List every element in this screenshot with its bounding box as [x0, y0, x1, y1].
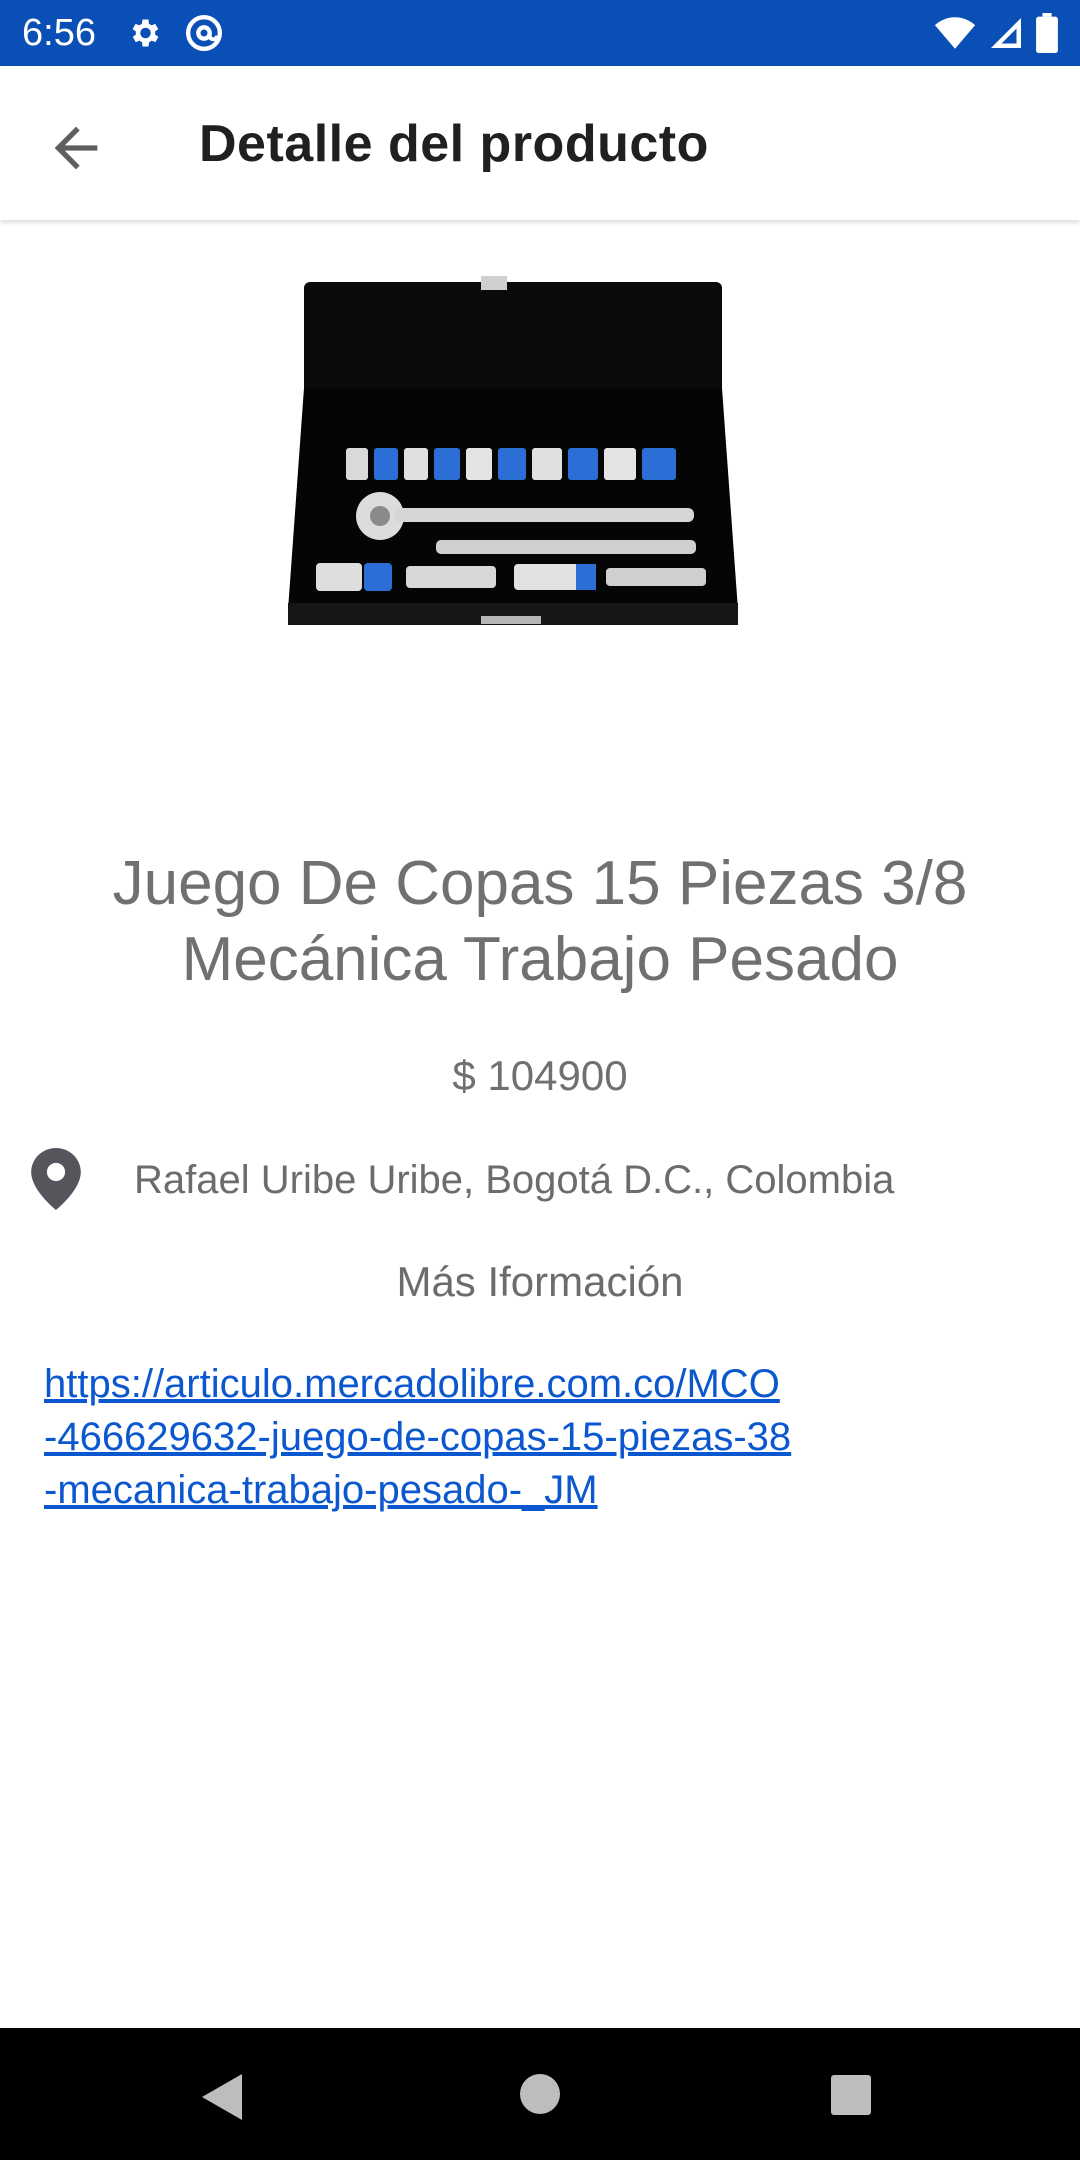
product-price: $ 104900	[452, 1052, 628, 1099]
back-button[interactable]	[44, 116, 108, 180]
status-time: 6:56	[22, 12, 96, 54]
product-location: Rafael Uribe Uribe, Bogotá D.C., Colombi…	[134, 1158, 895, 1202]
nav-recents-icon[interactable]	[830, 2074, 872, 2116]
signal-icon	[991, 18, 1021, 48]
status-icons-right	[934, 12, 1058, 54]
status-bar: 6:56	[0, 0, 1080, 66]
page-title: Detalle del producto	[199, 115, 709, 173]
sockets-row	[346, 448, 676, 480]
wifi-icon	[934, 17, 976, 49]
status-icons-left	[126, 12, 224, 54]
gear-icon	[132, 19, 159, 47]
product-link[interactable]: https://articulo.mercadolibre.com.co/MCO…	[44, 1358, 944, 1517]
nav-back-icon[interactable]	[200, 2072, 246, 2122]
navigation-bar	[0, 2028, 1080, 2160]
arrow-left-icon	[54, 126, 98, 170]
app-bar: Detalle del producto	[0, 66, 1080, 220]
battery-icon	[1036, 13, 1058, 53]
map-pin-icon	[31, 1148, 81, 1210]
at-sign-icon	[186, 15, 222, 51]
nav-home-icon[interactable]	[518, 2072, 562, 2116]
product-title: Juego De Copas 15 Piezas 3/8 Mecánica Tr…	[112, 849, 968, 994]
more-info-label: Más Iformación	[396, 1258, 684, 1305]
product-image	[288, 276, 738, 625]
